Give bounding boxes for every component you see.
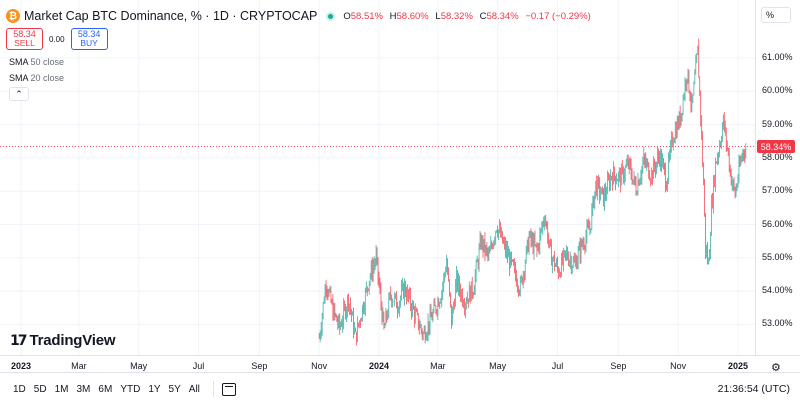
utc-clock[interactable]: 21:36:54 (UTC) bbox=[718, 383, 790, 395]
calendar-icon[interactable] bbox=[221, 382, 236, 396]
x-tick-label: Jul bbox=[551, 361, 564, 371]
indicator-sma-50[interactable]: SMA 50 close bbox=[9, 57, 64, 67]
x-tick-label: Sep bbox=[251, 361, 268, 371]
trade-panel: 58.34 SELL 0.00 58.34 BUY bbox=[6, 28, 108, 50]
ohlc-values: O58.51% H58.60% L58.32% C58.34% −0.17 (−… bbox=[343, 10, 591, 22]
close-value: 58.34% bbox=[486, 10, 519, 22]
y-tick-label: 57.00% bbox=[762, 185, 793, 196]
change-value: −0.17 (−0.29%) bbox=[525, 10, 591, 22]
range-button-5y[interactable]: 5Y bbox=[168, 382, 182, 397]
range-buttons: 1D 5D 1M 3M 6M YTD 1Y 5Y All bbox=[0, 382, 201, 397]
x-tick-label: Nov bbox=[670, 361, 687, 371]
y-tick-label: 61.00% bbox=[762, 52, 793, 62]
x-tick-label: Sep bbox=[610, 361, 627, 371]
indicator-sma-20[interactable]: SMA 20 close bbox=[9, 73, 64, 83]
range-button-3m[interactable]: 3M bbox=[76, 382, 92, 397]
y-tick-label: 60.00% bbox=[762, 85, 793, 96]
range-button-6m[interactable]: 6M bbox=[97, 382, 113, 397]
collapse-indicators-button[interactable]: ⌃ bbox=[9, 87, 29, 101]
range-button-ytd[interactable]: YTD bbox=[119, 382, 141, 397]
sell-button[interactable]: 58.34 SELL bbox=[6, 28, 43, 50]
x-tick-label: May bbox=[489, 361, 507, 371]
open-value: 58.51% bbox=[350, 10, 383, 22]
buy-button[interactable]: 58.34 BUY bbox=[70, 28, 108, 50]
y-tick-label: 53.00% bbox=[762, 318, 793, 329]
x-tick-label: Nov bbox=[311, 361, 328, 371]
price-chart[interactable] bbox=[0, 0, 800, 372]
spread-value: 0.00 bbox=[49, 34, 65, 44]
x-tick-label: 2023 bbox=[10, 361, 32, 371]
x-tick-label: Mar bbox=[430, 361, 446, 371]
tradingview-logo[interactable]: 17 TradingView bbox=[10, 332, 116, 349]
x-tick-label: 2025 bbox=[727, 361, 749, 371]
symbol-title[interactable]: Market Cap BTC Dominance, % · 1D · CRYPT… bbox=[24, 9, 317, 23]
x-tick-label: May bbox=[130, 361, 148, 371]
bottom-toolbar: 1D 5D 1M 3M 6M YTD 1Y 5Y All 21:36:54 (UTC) bbox=[0, 372, 800, 405]
last-price-tag: 58.34% bbox=[757, 140, 795, 154]
range-button-1d[interactable]: 1D bbox=[12, 382, 27, 397]
candles bbox=[318, 38, 747, 346]
toolbar-divider bbox=[212, 381, 214, 397]
y-tick-label: 59.00% bbox=[762, 118, 793, 129]
y-tick-label: 54.00% bbox=[762, 285, 793, 296]
market-status-icon bbox=[326, 11, 336, 21]
scale-mode-button[interactable]: % bbox=[761, 7, 791, 23]
tradingview-logo-icon: 17 bbox=[10, 332, 28, 349]
x-tick-label: 2024 bbox=[368, 361, 390, 371]
range-button-1m[interactable]: 1M bbox=[54, 382, 70, 397]
x-tick-label: Jul bbox=[192, 361, 205, 371]
range-button-1y[interactable]: 1Y bbox=[147, 382, 161, 397]
y-tick-label: 55.00% bbox=[762, 251, 793, 262]
bitcoin-icon: ₿ bbox=[6, 9, 20, 23]
y-tick-label: 58.00% bbox=[762, 151, 793, 162]
x-tick-label: Mar bbox=[71, 361, 87, 371]
high-value: 58.60% bbox=[396, 10, 429, 22]
range-button-5d[interactable]: 5D bbox=[33, 382, 48, 397]
range-button-all[interactable]: All bbox=[188, 382, 201, 397]
symbol-legend: ₿ Market Cap BTC Dominance, % · 1D · CRY… bbox=[6, 7, 591, 25]
low-value: 58.32% bbox=[440, 10, 473, 22]
y-tick-label: 56.00% bbox=[762, 218, 793, 229]
